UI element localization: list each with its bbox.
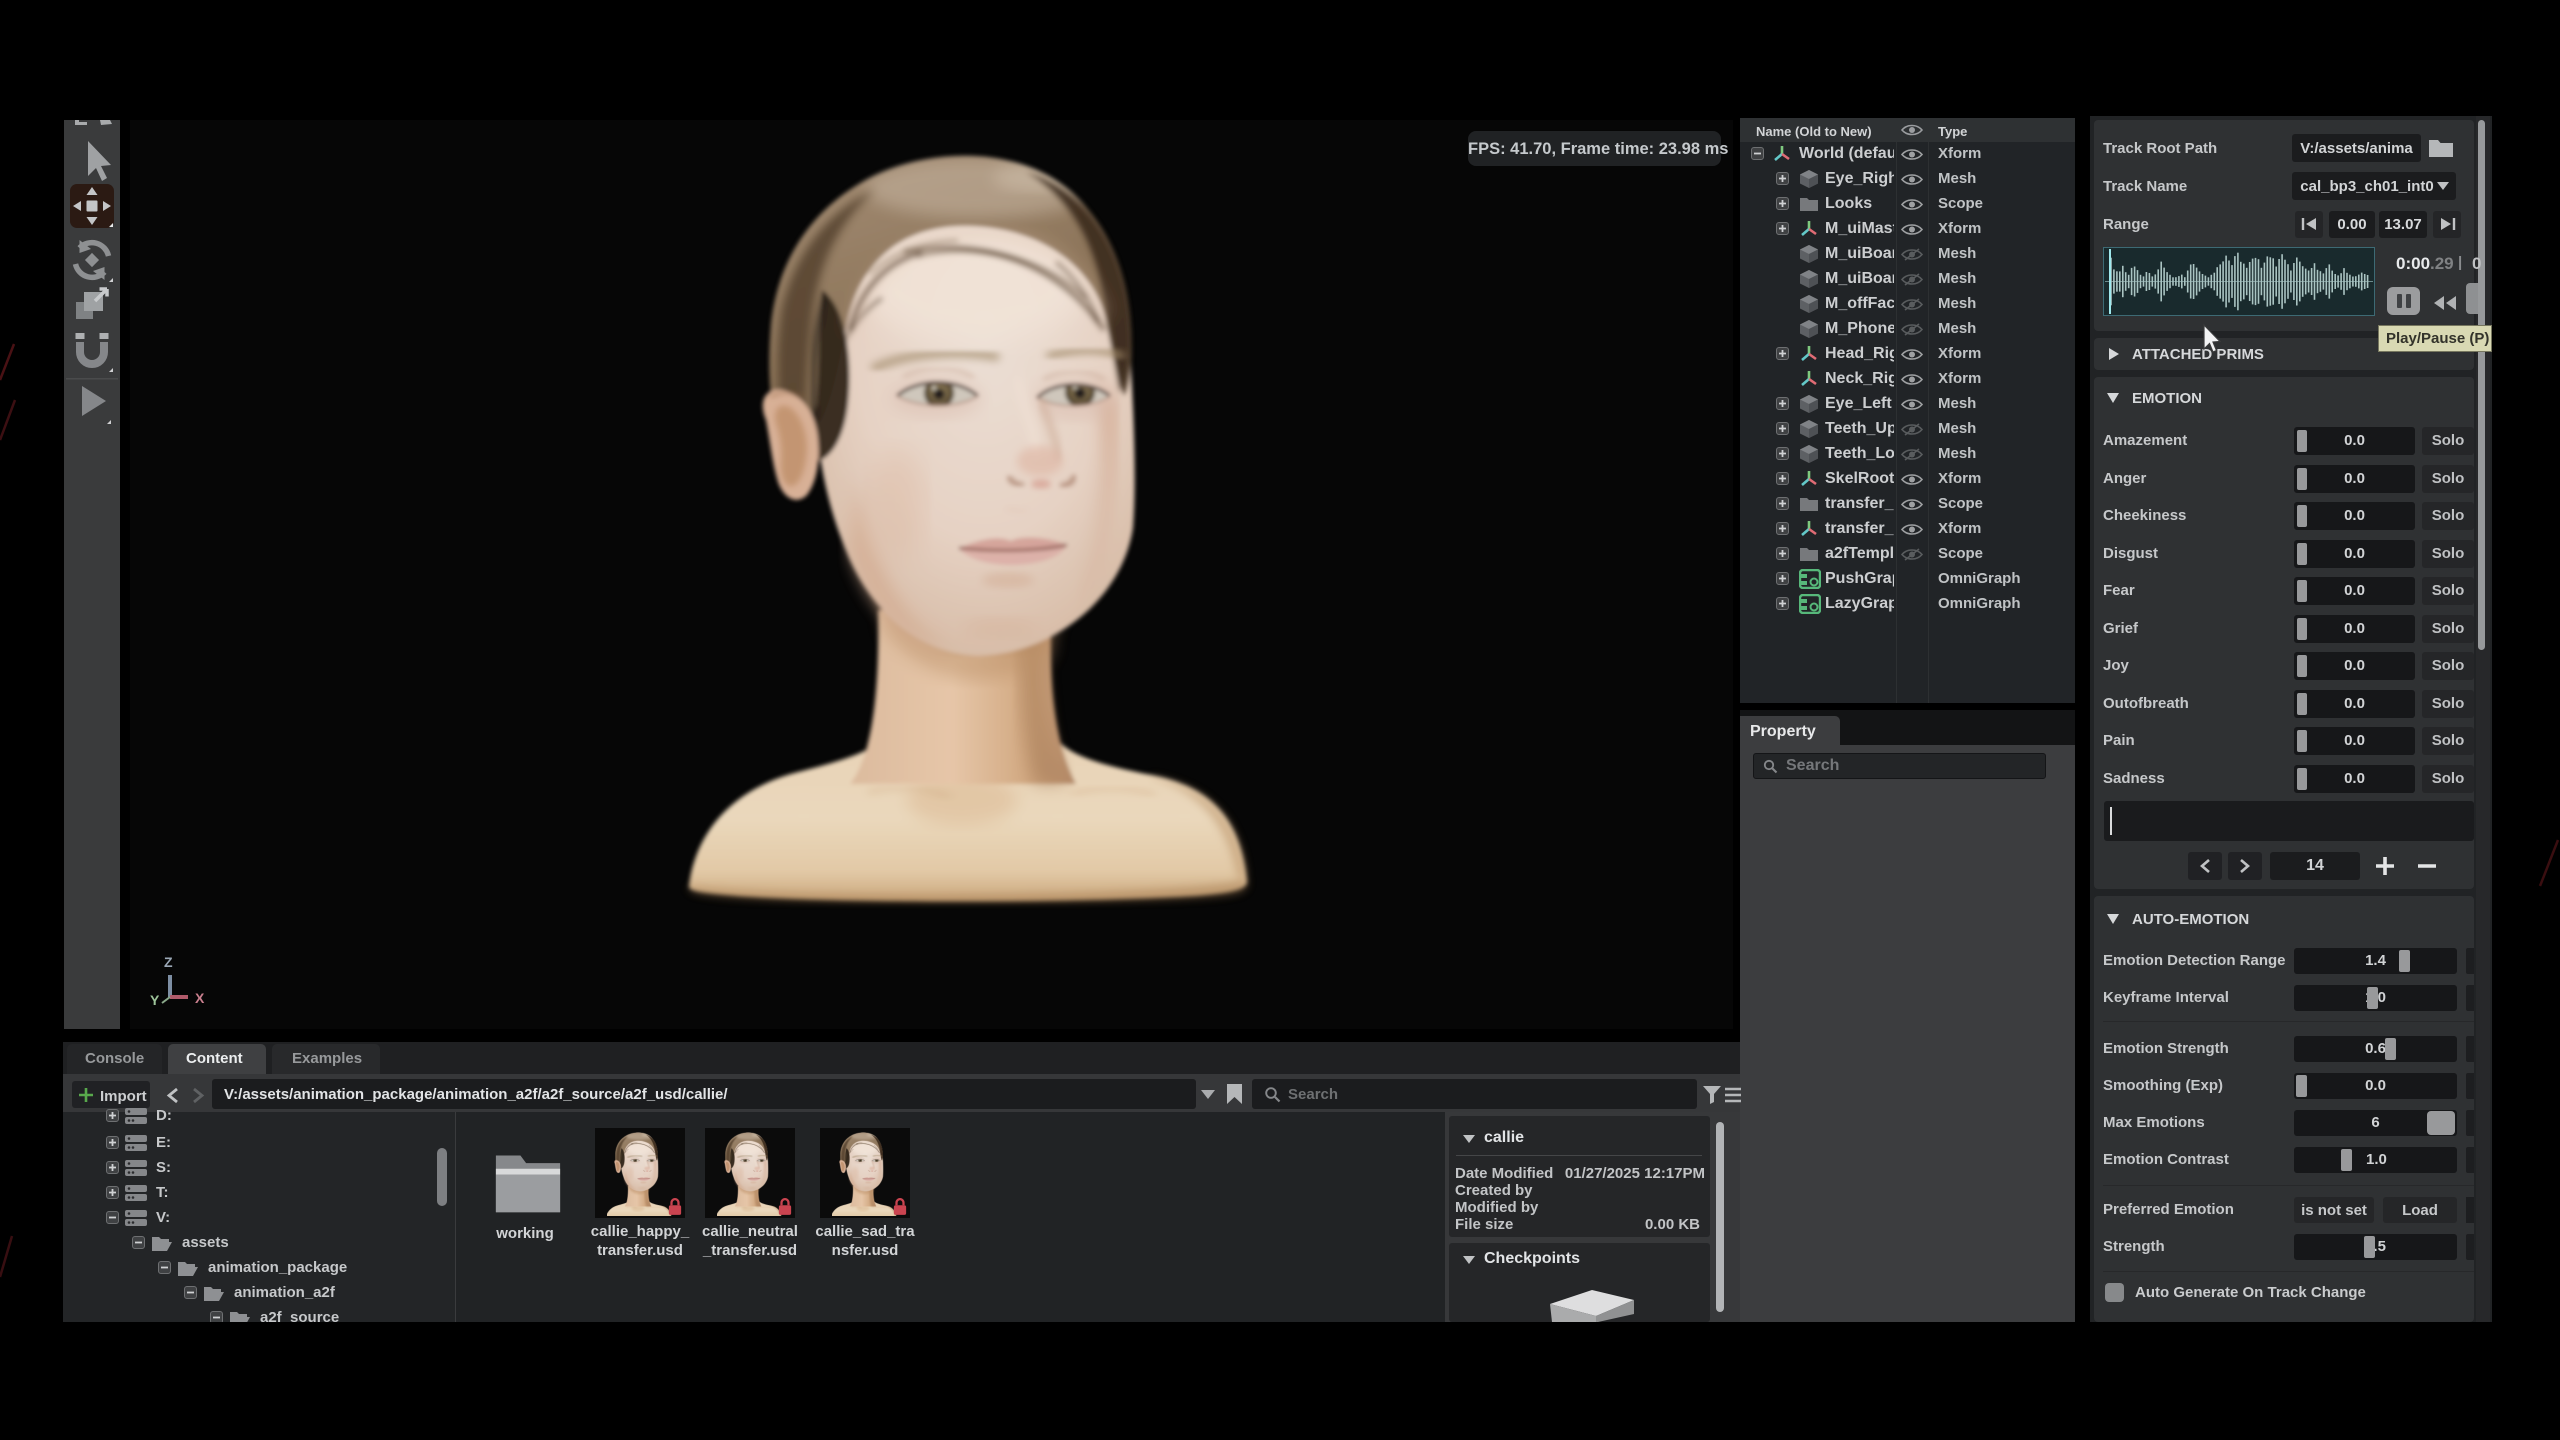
svg-text:Z: Z xyxy=(164,954,173,970)
svg-text:X: X xyxy=(195,990,205,1006)
svg-text:Y: Y xyxy=(150,992,160,1008)
